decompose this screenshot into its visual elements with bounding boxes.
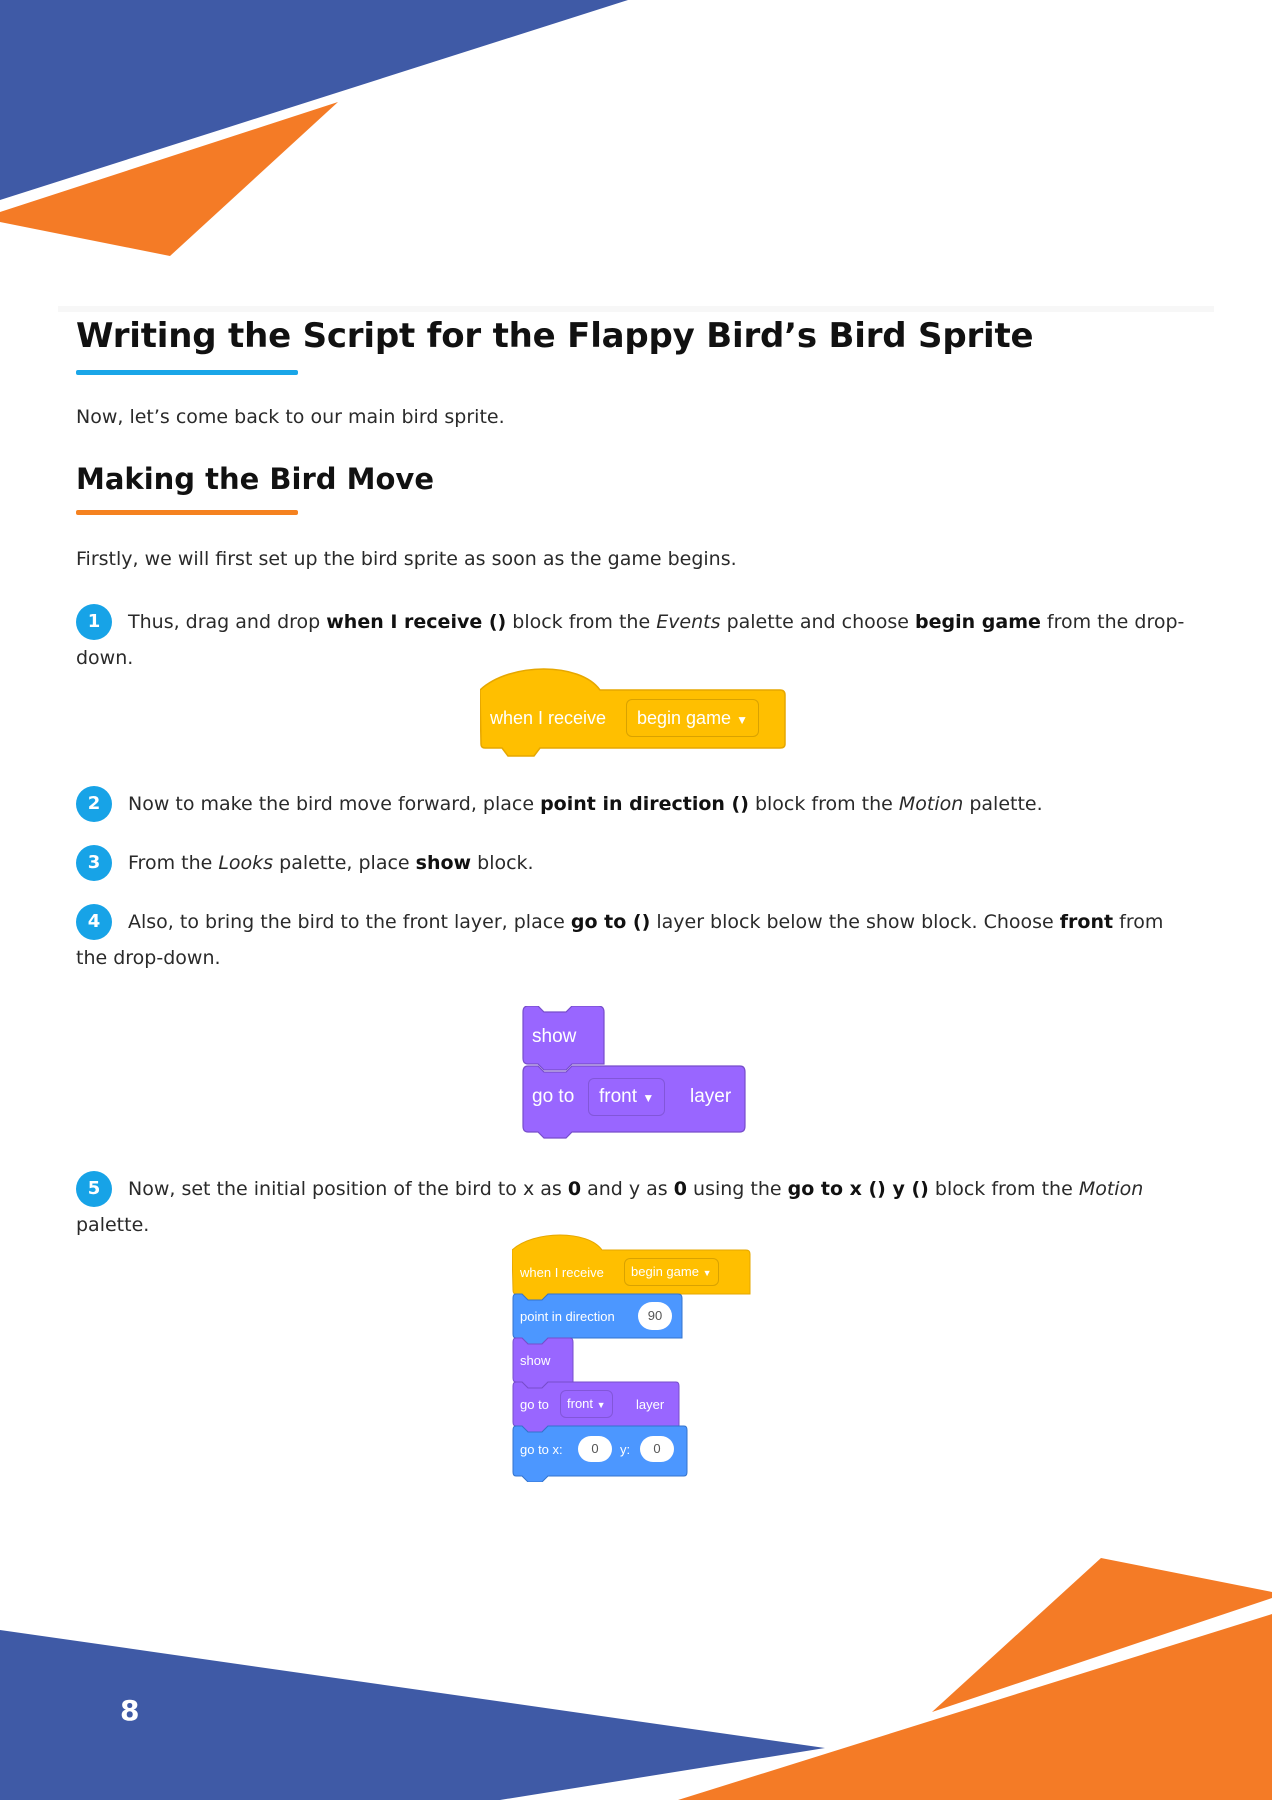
when-i-receive-block: when I receive begin game ▼ (480, 668, 786, 758)
step-number-badge: 1 (76, 604, 112, 640)
title-underline (76, 370, 298, 375)
bottom-orange-shape-2 (678, 1614, 1272, 1800)
y-input[interactable]: 0 (640, 1436, 674, 1462)
show-label-small: show (520, 1353, 551, 1368)
gotoxy-y-label: y: (620, 1442, 631, 1457)
layer-label: layer (690, 1086, 732, 1107)
gotoxy-label: go to x: (520, 1442, 563, 1457)
direction-input[interactable]: 90 (638, 1302, 672, 1330)
layer-dropdown: front ▼ (588, 1078, 666, 1116)
goto-label: go to (532, 1086, 575, 1107)
full-script-stack: when I receive begin game ▼ point in dir… (512, 1234, 752, 1482)
receive-dropdown-small: begin game ▼ (624, 1258, 719, 1286)
step-1: 1 Thus, drag and drop when I receive () b… (76, 604, 1196, 676)
step-number-badge: 3 (76, 845, 112, 881)
header-band (58, 306, 1214, 312)
receive-label: when I receive (490, 708, 607, 728)
top-left-decoration (0, 0, 1272, 1800)
step-4: 4 Also, to bring the bird to the front la… (76, 904, 1196, 976)
goto-label-small: go to (520, 1397, 549, 1412)
chevron-down-icon: ▼ (596, 1400, 606, 1410)
layer-dropdown-small: front ▼ (560, 1390, 613, 1418)
page-title: Writing the Script for the Flappy Bird’s… (76, 316, 1034, 356)
section-underline (76, 510, 298, 515)
show-goto-layer-stack: show go to front ▼ layer (522, 1006, 746, 1140)
layer-label-small: layer (636, 1397, 665, 1412)
step-number-badge: 5 (76, 1171, 112, 1207)
lead-text: Firstly, we will first set up the bird s… (76, 548, 737, 570)
step-3: 3 From the Looks palette, place show bloc… (76, 845, 1196, 881)
show-label: show (532, 1026, 577, 1047)
direction-label: point in direction (520, 1309, 615, 1324)
step-2: 2 Now to make the bird move forward, plac… (76, 786, 1196, 822)
receive-label-small: when I receive (520, 1265, 604, 1280)
top-blue-shape (0, 0, 628, 200)
chevron-down-icon: ▼ (736, 713, 748, 727)
chevron-down-icon: ▼ (702, 1268, 712, 1278)
intro-text: Now, let’s come back to our main bird sp… (76, 406, 505, 428)
step-5: 5 Now, set the initial position of the bi… (76, 1171, 1196, 1243)
page-number: 8 (120, 1694, 140, 1727)
x-input[interactable]: 0 (578, 1436, 612, 1462)
chevron-down-icon: ▼ (642, 1091, 655, 1105)
step-number-badge: 2 (76, 786, 112, 822)
step-number-badge: 4 (76, 904, 112, 940)
section-heading: Making the Bird Move (76, 462, 434, 496)
receive-dropdown: begin game ▼ (626, 699, 759, 737)
